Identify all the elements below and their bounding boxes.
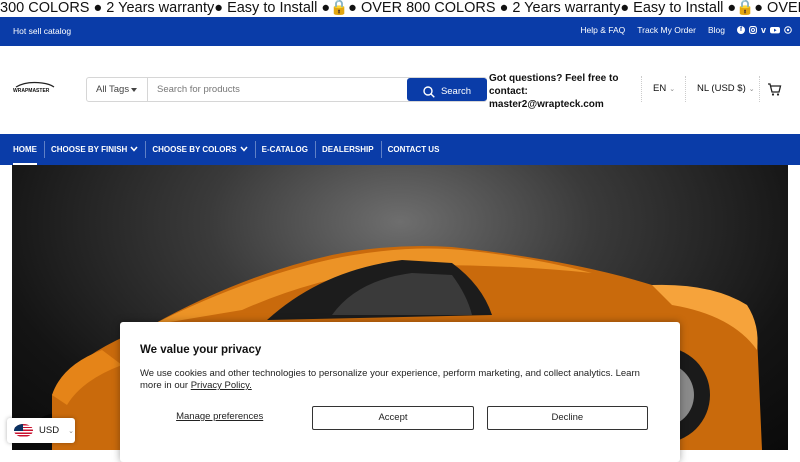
nav-item-home[interactable]: HOME — [6, 134, 44, 165]
country-currency-label: NL (USD $) — [697, 83, 746, 94]
announcement-ticker: 300 COLORS ● 2 Years warranty● Easy to I… — [0, 0, 800, 17]
contact-title: Got questions? Feel free to contact: — [489, 73, 619, 97]
us-flag-icon — [14, 424, 33, 437]
language-label: EN — [653, 83, 667, 94]
language-selector[interactable]: EN ⌄ — [641, 76, 675, 102]
currency-label: USD — [39, 425, 60, 436]
privacy-policy-link[interactable]: Privacy Policy. — [191, 380, 252, 391]
site-header: WRAPMASTER All Tags Search Got questions… — [0, 46, 800, 134]
youtube-icon[interactable] — [770, 26, 780, 34]
instagram-icon[interactable] — [749, 26, 757, 34]
hot-sell-catalog-link[interactable]: Hot sell catalog — [13, 26, 71, 36]
chevron-down-icon — [130, 134, 138, 165]
accept-button[interactable]: Accept — [312, 406, 474, 430]
social-links: f v — [736, 25, 792, 35]
all-tags-dropdown[interactable]: All Tags — [87, 78, 148, 101]
nav-item-dealership[interactable]: DEALERSHIP — [315, 134, 381, 165]
decline-button[interactable]: Decline — [486, 406, 648, 430]
cart-icon — [768, 83, 782, 96]
country-currency-selector[interactable]: NL (USD $) ⌄ — [685, 76, 755, 102]
manage-preferences-button[interactable]: Manage preferences — [140, 406, 299, 430]
ticker-text: 300 COLORS ● 2 Years warranty● Easy to I… — [0, 0, 800, 16]
chevron-down-icon: ⌄ — [748, 86, 755, 93]
contact-email[interactable]: master2@wrapteck.com — [489, 98, 619, 111]
currency-switcher[interactable]: USD ⌄ — [7, 418, 75, 443]
nav-item-choose-by-colors[interactable]: CHOOSE BY COLORS — [145, 134, 254, 165]
blog-link[interactable]: Blog — [708, 25, 725, 35]
nav-item-label: HOME — [13, 145, 37, 154]
help-faq-link[interactable]: Help & FAQ — [580, 25, 625, 35]
nav-item-label: DEALERSHIP — [322, 145, 374, 154]
cart-button[interactable] — [759, 76, 782, 102]
logo-text: WRAPMASTER — [13, 88, 50, 94]
main-nav: HOME CHOOSE BY FINISH CHOOSE BY COLORS E-CA… — [0, 134, 800, 165]
nav-item-label: CHOOSE BY COLORS — [152, 145, 237, 154]
nav-item-contact-us[interactable]: CONTACT US — [380, 134, 447, 165]
privacy-consent-dialog: We value your privacy We use cookies and… — [120, 322, 680, 462]
facebook-icon[interactable]: f — [736, 26, 745, 34]
search-icon — [423, 85, 435, 98]
search-button-label: Search — [440, 86, 472, 97]
nav-item-label: CHOOSE BY FINISH — [51, 145, 128, 154]
caret-down-icon — [131, 88, 137, 92]
privacy-text: We use cookies and other technologies to… — [140, 368, 660, 392]
wrapmaster-logo[interactable]: WRAPMASTER — [12, 80, 56, 94]
privacy-title: We value your privacy — [140, 344, 262, 356]
chevron-down-icon — [240, 134, 248, 165]
chevron-down-icon: ⌄ — [68, 427, 74, 435]
top-bar: Hot sell catalog Help & FAQ Track My Ord… — [0, 17, 800, 46]
track-order-link[interactable]: Track My Order — [637, 25, 696, 35]
nav-item-choose-by-finish[interactable]: CHOOSE BY FINISH — [44, 134, 145, 165]
search-button[interactable]: Search — [407, 78, 487, 101]
chevron-down-icon: ⌄ — [669, 86, 676, 93]
nav-item-label: CONTACT US — [387, 145, 440, 154]
whatsapp-icon[interactable] — [784, 26, 792, 34]
all-tags-label: All Tags — [96, 84, 130, 95]
nav-item-e-catalog[interactable]: E-CATALOG — [254, 134, 315, 165]
contact-info: Got questions? Feel free to contact: mas… — [489, 72, 619, 111]
nav-item-label: E-CATALOG — [261, 145, 308, 154]
vimeo-icon[interactable]: v — [761, 25, 766, 35]
